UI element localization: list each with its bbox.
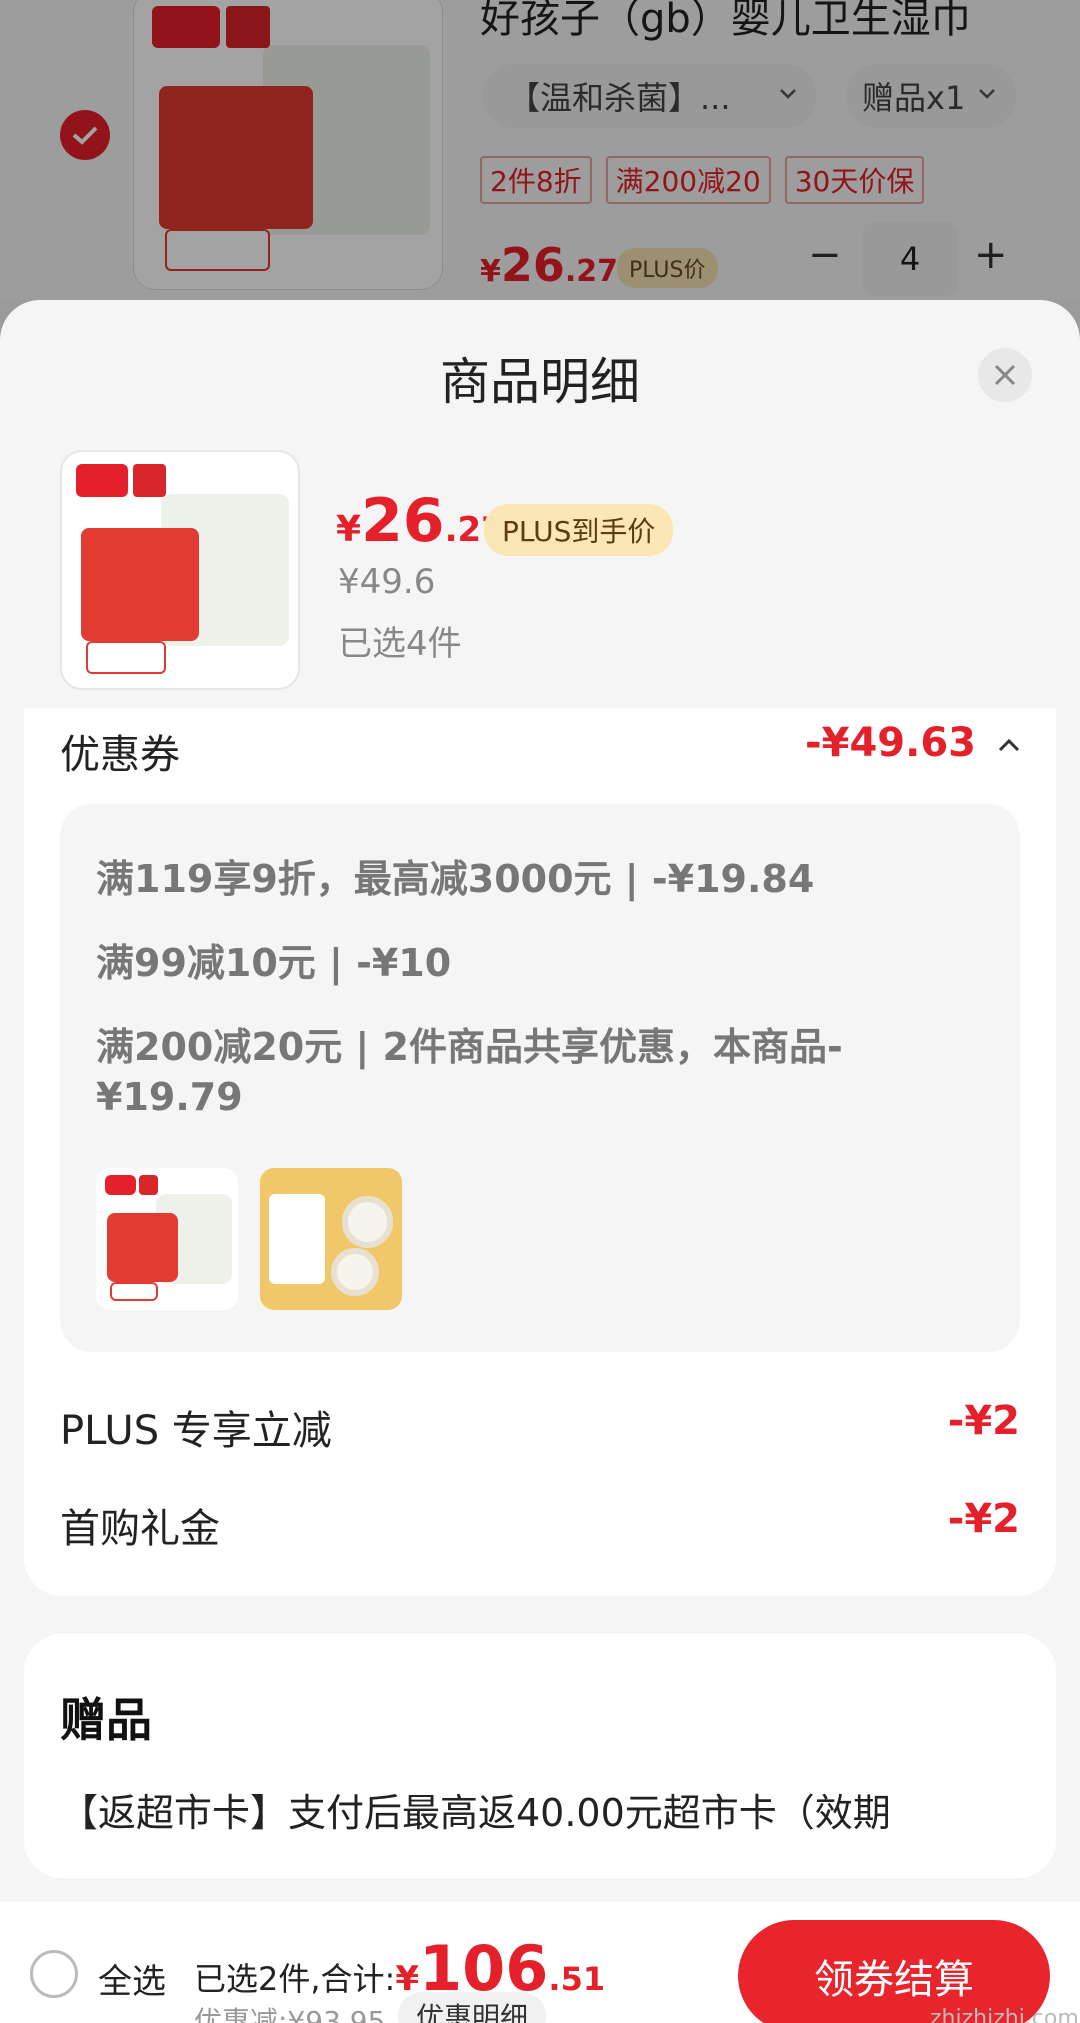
plus-discount-label: PLUS 专享立减 bbox=[60, 1408, 332, 1454]
original-price: ¥49.6 bbox=[338, 562, 436, 602]
coupon-item: 满200减20元 | 2件商品共享优惠，本商品-¥19.79 bbox=[96, 1025, 843, 1119]
coupon-item: 满99减10元 | -¥10 bbox=[96, 941, 452, 985]
product-image bbox=[60, 450, 300, 690]
coupon-label: 优惠券 bbox=[60, 732, 180, 778]
first-purchase-value: -¥2 bbox=[947, 1496, 1020, 1542]
discount-card: 优惠券 -¥49.63 满119享9折，最高减3000元 | -¥19.84 满… bbox=[24, 708, 1056, 1596]
coupon-amount[interactable]: -¥49.63 bbox=[805, 720, 976, 766]
gift-card: 赠品 【返超市卡】支付后最高返40.00元超市卡（效期 bbox=[24, 1634, 1056, 1878]
total-summary: 已选2件,合计:¥106.51 bbox=[194, 1932, 606, 2005]
close-icon bbox=[994, 364, 1016, 386]
plus-discount-value: -¥2 bbox=[947, 1398, 1020, 1444]
coupon-list: 满119享9折，最高减3000元 | -¥19.84 满99减10元 | -¥1… bbox=[60, 804, 1020, 1352]
coupon-product-thumbnail bbox=[260, 1168, 402, 1310]
first-purchase-label: 首购礼金 bbox=[60, 1506, 220, 1552]
checkout-bar: 全选 已选2件,合计:¥106.51 优惠减:¥93.95 优惠明细 领券结算 … bbox=[0, 1902, 1080, 2023]
watermark: zhizhizhi.com bbox=[930, 2006, 1079, 2023]
coupon-product-thumbnail bbox=[96, 1168, 238, 1310]
sheet-title: 商品明细 bbox=[440, 353, 640, 411]
gift-title: 赠品 bbox=[60, 1693, 152, 1747]
select-all-label[interactable]: 全选 bbox=[98, 1954, 166, 2003]
close-button[interactable] bbox=[978, 348, 1032, 402]
discount-total: 优惠减:¥93.95 bbox=[194, 2005, 386, 2023]
selected-count: 已选4件 bbox=[338, 624, 462, 664]
product-detail-sheet: 商品明细 ¥26.27 PLUS到手价 ¥49.6 已选4件 优惠券 -¥49.… bbox=[0, 300, 1080, 2023]
gift-description: 【返超市卡】支付后最高返40.00元超市卡（效期 bbox=[60, 1791, 891, 1835]
discount-detail-button[interactable]: 优惠明细 bbox=[398, 1992, 547, 2023]
plus-final-price-badge: PLUS到手价 bbox=[484, 504, 674, 556]
coupon-item: 满119享9折，最高减3000元 | -¥19.84 bbox=[96, 857, 815, 901]
product-price: ¥26.27 bbox=[336, 486, 505, 556]
chevron-up-icon[interactable] bbox=[994, 730, 1024, 760]
select-all-radio[interactable] bbox=[30, 1950, 78, 1998]
